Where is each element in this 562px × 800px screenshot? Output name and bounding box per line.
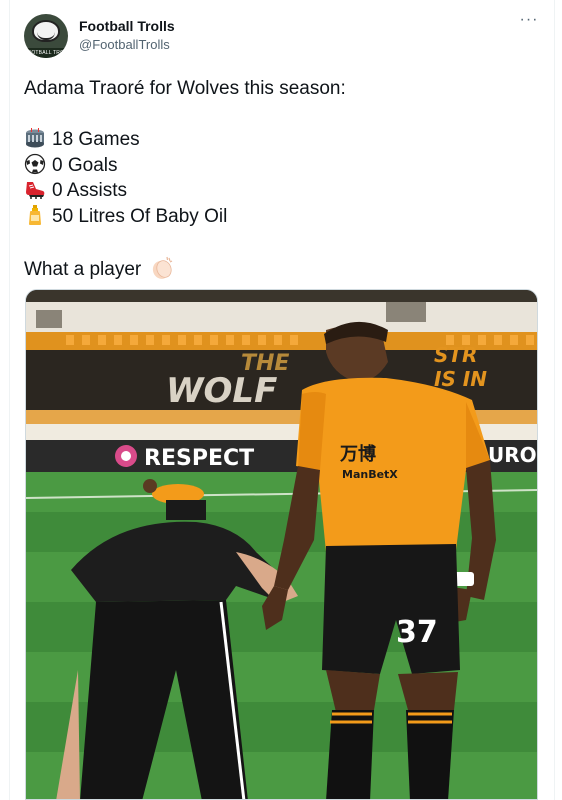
shorts-number: 37 bbox=[396, 615, 438, 650]
tweet-intro: Adama Traoré for Wolves this season: bbox=[24, 78, 346, 99]
ad-board-uro: URO bbox=[488, 443, 537, 467]
stand-text: STR bbox=[434, 343, 477, 367]
football-boot-icon bbox=[24, 178, 46, 200]
avatar-text: FOOTBALL TROLLS bbox=[24, 48, 68, 58]
tweet-photo[interactable]: THE WOLF STR IS IN RESPECT URO 万博 ManBet… bbox=[25, 289, 538, 800]
user-handle[interactable]: @FootballTrolls bbox=[79, 37, 170, 52]
stat-assists: 0 Assists bbox=[24, 178, 534, 204]
tweet-text: Adama Traoré for Wolves this season: 18 … bbox=[24, 76, 534, 280]
ad-board-respect: RESPECT bbox=[144, 446, 254, 471]
stat-baby-oil: 50 Litres Of Baby Oil bbox=[24, 204, 534, 230]
shirt-sponsor: 万博 bbox=[339, 443, 376, 465]
stadium-icon bbox=[24, 127, 46, 149]
stand-text: WOLF bbox=[166, 371, 277, 411]
clapping-hands-icon bbox=[149, 255, 175, 281]
avatar[interactable]: FOOTBALL TROLLS bbox=[24, 14, 68, 58]
tweet-closing: What a player bbox=[24, 255, 534, 281]
display-name[interactable]: Football Trolls bbox=[79, 18, 175, 34]
stat-games: 18 Games bbox=[24, 127, 534, 153]
stat-goals: 0 Goals bbox=[24, 153, 534, 179]
baby-oil-bottle-icon bbox=[24, 204, 46, 226]
soccer-ball-icon bbox=[24, 153, 46, 175]
stand-text: IS IN bbox=[434, 367, 487, 391]
more-options-icon[interactable]: ··· bbox=[518, 12, 540, 32]
shirt-sponsor-sub: ManBetX bbox=[342, 468, 398, 481]
